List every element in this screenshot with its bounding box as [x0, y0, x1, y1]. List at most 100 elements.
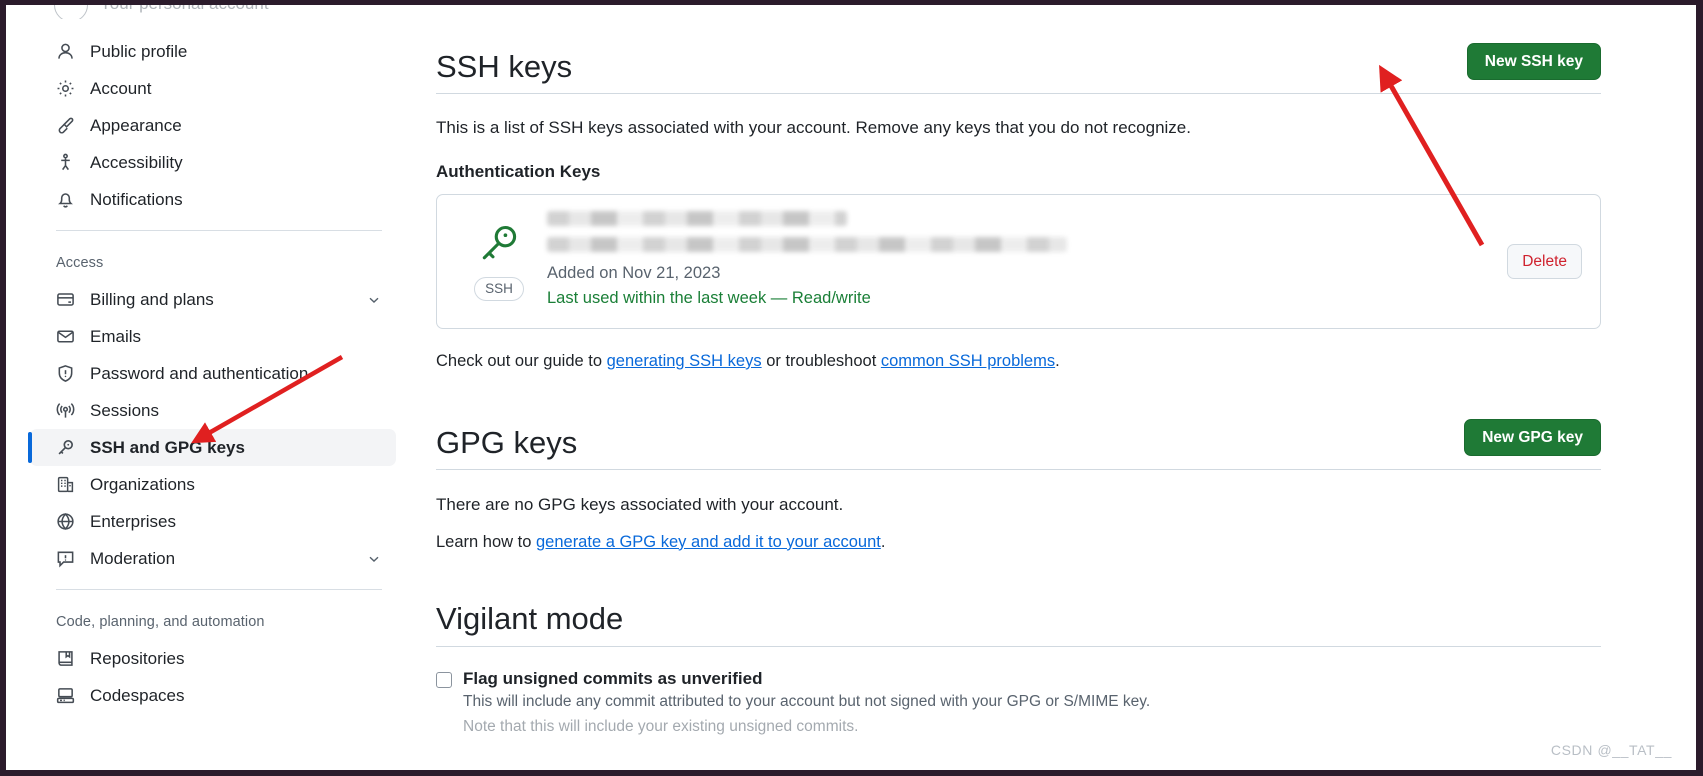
- sidebar-group-general: Public profile Account Appearance Access…: [30, 19, 396, 218]
- sidebar-item-label: Codespaces: [90, 685, 185, 705]
- repo-icon: [56, 649, 75, 668]
- new-gpg-key-button[interactable]: New GPG key: [1464, 418, 1601, 457]
- gpg-learn-text: Learn how to generate a GPG key and add …: [436, 530, 1601, 555]
- paintbrush-icon: [56, 116, 75, 135]
- sidebar-item-label: Organizations: [90, 474, 195, 494]
- sidebar-item-password-and-authentication[interactable]: Password and authentication: [30, 355, 396, 392]
- chevron-down-icon[interactable]: [366, 292, 382, 308]
- organization-icon: [56, 475, 75, 494]
- ssh-keys-header: SSH keys New SSH key: [436, 43, 1601, 95]
- sidebar-group-heading-code-planning: Code, planning, and automation: [56, 614, 265, 630]
- report-icon: [56, 549, 75, 568]
- sidebar-item-moderation[interactable]: Moderation: [30, 540, 396, 577]
- sidebar-group-access: Access Billing and plans Emails Password…: [28, 231, 396, 577]
- vigilant-mode-title: Vigilant mode: [436, 601, 624, 637]
- avatar-icon: [54, 5, 88, 19]
- account-header[interactable]: Your personal account: [30, 5, 396, 19]
- vigilant-description-line-2: Note that this will include your existin…: [463, 717, 859, 735]
- gpg-keys-section: GPG keys New GPG key There are no GPG ke…: [436, 418, 1601, 555]
- authentication-keys-subheading: Authentication Keys: [436, 161, 601, 181]
- window-edge-bottom: [0, 770, 1703, 776]
- sidebar-item-sessions[interactable]: Sessions: [30, 392, 396, 429]
- guide-suffix: .: [1055, 352, 1060, 370]
- page-title: SSH keys: [436, 49, 573, 85]
- ssh-key-icon-column: SSH: [463, 222, 535, 302]
- gpg-keys-header: GPG keys New GPG key: [436, 418, 1601, 471]
- delete-ssh-key-button[interactable]: Delete: [1507, 243, 1582, 280]
- sidebar-item-label: Sessions: [90, 400, 159, 420]
- mail-icon: [56, 327, 75, 346]
- gear-icon: [56, 79, 75, 98]
- vigilant-description-line-1: This will include any commit attributed …: [463, 693, 1151, 711]
- accessibility-icon: [56, 153, 75, 172]
- sidebar-item-appearance[interactable]: Appearance: [30, 107, 396, 144]
- key-icon: [56, 438, 75, 457]
- sidebar-item-repositories[interactable]: Repositories: [30, 640, 396, 677]
- key-icon: [477, 222, 521, 271]
- gpg-keys-title: GPG keys: [436, 425, 578, 461]
- sidebar-item-label: Notifications: [90, 189, 183, 209]
- person-icon: [56, 42, 75, 61]
- broadcast-icon: [56, 401, 75, 420]
- vigilant-mode-header: Vigilant mode: [436, 601, 1601, 648]
- ssh-keys-section: SSH keys New SSH key This is a list of S…: [436, 5, 1601, 374]
- sidebar-item-label: SSH and GPG keys: [90, 437, 245, 457]
- guide-middle: or troubleshoot: [761, 352, 881, 370]
- sidebar-item-emails[interactable]: Emails: [30, 318, 396, 355]
- settings-sidebar: Your personal account Public profile: [28, 5, 396, 770]
- ssh-key-details: Added on Nov 21, 2023 Last used within t…: [535, 210, 1507, 312]
- sidebar-item-label: Public profile: [90, 41, 188, 61]
- window-edge-right: [1696, 0, 1703, 776]
- sidebar-item-label: Enterprises: [90, 511, 176, 531]
- chevron-down-icon[interactable]: [366, 551, 382, 567]
- flag-unsigned-commits-row[interactable]: Flag unsigned commits as unverified: [436, 669, 1601, 689]
- vigilant-mode-section: Vigilant mode Flag unsigned commits as u…: [436, 602, 1601, 738]
- screenshot-root: Your personal account Public profile: [0, 0, 1703, 776]
- ssh-keys-description: This is a list of SSH keys associated wi…: [436, 118, 1191, 138]
- guide-prefix: Check out our guide to: [436, 352, 607, 370]
- learn-suffix: .: [880, 532, 886, 551]
- sidebar-item-label: Account: [90, 78, 152, 98]
- common-ssh-problems-link[interactable]: common SSH problems: [881, 352, 1055, 370]
- sidebar-item-label: Moderation: [90, 548, 176, 568]
- generating-ssh-keys-link[interactable]: generating SSH keys: [607, 352, 762, 370]
- sidebar-item-notifications[interactable]: Notifications: [30, 181, 396, 218]
- codespaces-icon: [56, 686, 75, 705]
- credit-card-icon: [56, 290, 75, 309]
- sidebar-item-enterprises[interactable]: Enterprises: [30, 503, 396, 540]
- shield-icon: [56, 364, 75, 383]
- flag-unsigned-commits-label: Flag unsigned commits as unverified: [463, 669, 763, 689]
- flag-unsigned-commits-checkbox[interactable]: [436, 672, 452, 689]
- sidebar-item-public-profile[interactable]: Public profile: [30, 33, 396, 70]
- sidebar-item-account[interactable]: Account: [30, 70, 396, 107]
- sidebar-item-label: Billing and plans: [90, 289, 214, 309]
- generate-gpg-key-link[interactable]: generate a GPG key and add it to your ac…: [536, 533, 881, 551]
- ssh-key-last-used-status: Last used within the last week — Read/wr…: [547, 289, 871, 308]
- sidebar-item-codespaces[interactable]: Codespaces: [30, 677, 396, 714]
- sidebar-item-label: Appearance: [90, 115, 182, 135]
- ssh-key-added-date: Added on Nov 21, 2023: [547, 263, 721, 282]
- sidebar-item-organizations[interactable]: Organizations: [30, 466, 396, 503]
- sidebar-item-accessibility[interactable]: Accessibility: [30, 144, 396, 181]
- sidebar-group-code-planning: Code, planning, and automation Repositor…: [30, 590, 396, 714]
- ssh-key-fingerprint-redacted: [547, 236, 1067, 252]
- page-body: Your personal account Public profile: [6, 5, 1696, 770]
- main-content: SSH keys New SSH key This is a list of S…: [436, 5, 1601, 770]
- sidebar-item-label: Password and authentication: [90, 363, 309, 383]
- gpg-empty-text: There are no GPG keys associated with yo…: [436, 495, 844, 515]
- globe-icon: [56, 512, 75, 531]
- sidebar-item-label: Emails: [90, 326, 142, 346]
- watermark: CSDN @__TAT__: [1550, 742, 1672, 758]
- bell-icon: [56, 190, 75, 209]
- ssh-key-badge: SSH: [474, 276, 524, 302]
- sidebar-item-billing-and-plans[interactable]: Billing and plans: [30, 281, 396, 318]
- sidebar-item-label: Repositories: [90, 648, 185, 668]
- sidebar-item-label: Accessibility: [90, 152, 183, 172]
- new-ssh-key-button[interactable]: New SSH key: [1466, 43, 1601, 81]
- learn-prefix: Learn how to: [436, 532, 536, 551]
- sidebar-item-ssh-and-gpg-keys[interactable]: SSH and GPG keys: [28, 429, 396, 466]
- sidebar-group-heading-access: Access: [56, 255, 104, 271]
- account-label: Your personal account: [100, 5, 269, 14]
- ssh-key-title-redacted: [547, 210, 847, 226]
- ssh-guide-text: Check out our guide to generating SSH ke…: [436, 349, 1601, 374]
